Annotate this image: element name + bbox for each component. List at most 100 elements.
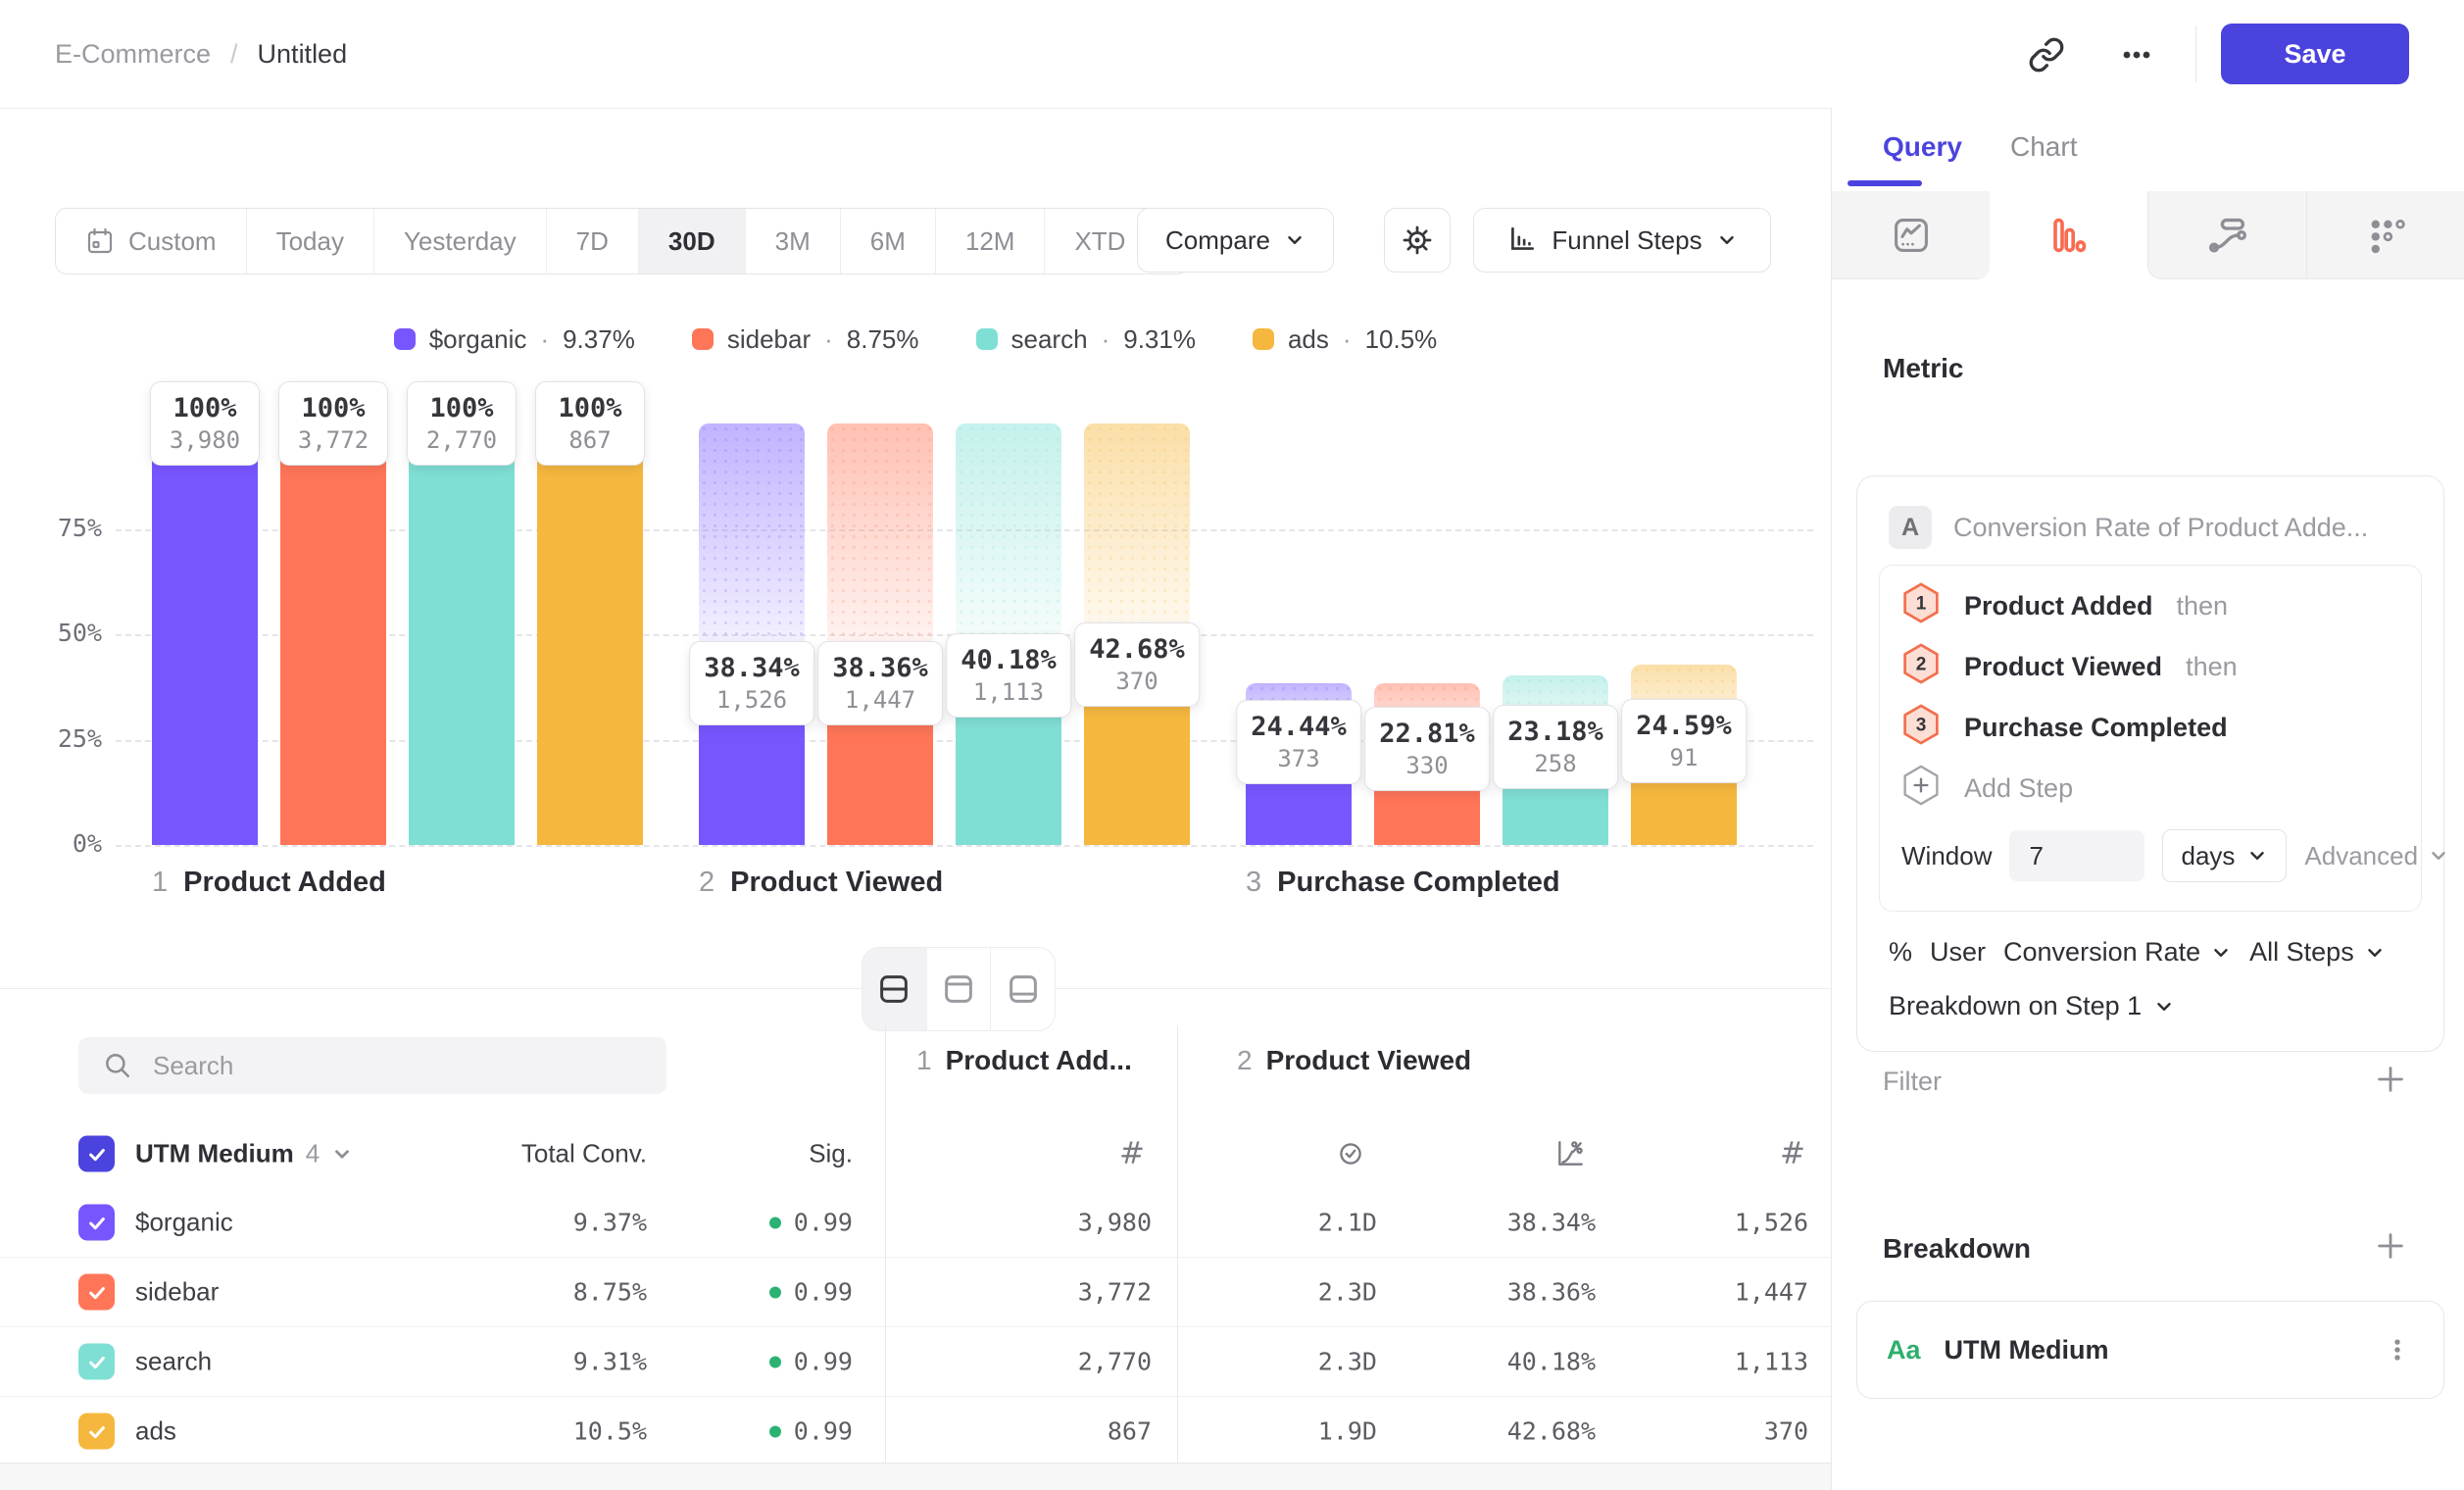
table-row[interactable]: ads 10.5% 0.99 867 1.9D 42.68% 370 [0,1397,1831,1466]
funnel-step-1[interactable]: 1 Product Added then [1901,575,2399,636]
add-breakdown-button[interactable] [2372,1227,2409,1269]
step-number: 2 [1237,1045,1253,1076]
breadcrumb-project[interactable]: E-Commerce [55,39,211,70]
legend-item-ads[interactable]: ads · 10.5% [1253,324,1437,355]
metric-summary-row[interactable]: A Conversion Rate of Product Adde... [1857,476,2443,565]
chart-type-funnels-selected[interactable] [1990,191,2147,279]
legend-item-sidebar[interactable]: sidebar · 8.75% [692,324,919,355]
date-range-6m[interactable]: 6M [841,209,936,273]
step-number-badge: 2 [1901,642,1941,692]
step-name: Product Add... [946,1045,1132,1076]
tab-chart[interactable]: Chart [2010,131,2077,163]
y-axis-tick: 50% [39,619,102,647]
legend-item-organic[interactable]: $organic · 9.37% [394,324,635,355]
count-column-icon[interactable]: # [1119,1136,1145,1171]
breakdown-on-step-select[interactable]: Breakdown on Step 1 [1857,968,2443,1051]
svg-text:3: 3 [1916,715,1927,735]
table-search[interactable] [78,1037,666,1094]
breadcrumb-report-title[interactable]: Untitled [258,39,348,70]
date-range-control: Custom Today Yesterday 7D 30D 3M 6M 12M … [55,208,1189,274]
breakdown-column-header[interactable]: UTM Medium 4 [135,1139,353,1169]
tab-query[interactable]: Query [1883,131,1962,163]
date-range-yesterday[interactable]: Yesterday [374,209,547,273]
window-value-input[interactable] [2009,830,2144,881]
layout-split-button[interactable] [862,948,927,1030]
copy-link-button[interactable] [2025,33,2068,76]
legend-separator: · [1102,324,1110,355]
layout-chart-only-button[interactable] [927,948,992,1030]
measure-metric-select[interactable]: Conversion Rate [2003,937,2232,968]
search-input[interactable] [151,1050,643,1082]
table-step2-header[interactable]: 2 Product Viewed [1237,1045,1471,1076]
sig-column-header[interactable]: Sig. [809,1139,853,1169]
add-step-button[interactable]: Add Step [1901,758,2399,819]
date-range-3m[interactable]: 3M [746,209,841,273]
date-range-7d[interactable]: 7D [547,209,639,273]
add-filter-button[interactable] [2372,1061,2409,1103]
time-to-convert-icon[interactable] [1335,1138,1366,1169]
date-range-12m[interactable]: 12M [936,209,1046,273]
row-step2-count: 1,526 [1735,1209,1808,1237]
bar-count: 373 [1251,744,1347,773]
bar-percent: 24.59% [1636,710,1732,743]
row-step2-time: 2.3D [1318,1348,1377,1376]
legend-separator: · [1343,324,1352,355]
bar-value-label: 38.34%1,526 [689,641,814,725]
chart-settings-button[interactable] [1384,208,1451,273]
chevron-down-icon [2246,845,2268,867]
measure-scope-select[interactable]: All Steps [2249,937,2386,968]
row-step2-count: 370 [1764,1417,1808,1446]
bar-value-label: 100%867 [535,381,645,466]
more-menu-button[interactable] [2115,33,2158,76]
save-button[interactable]: Save [2221,24,2409,84]
breadcrumb: E-Commerce / Untitled [55,0,347,108]
kebab-menu-icon[interactable] [2381,1333,2414,1366]
conversion-rate-column-icon[interactable] [1554,1138,1586,1169]
date-range-30d-selected[interactable]: 30D [639,209,746,273]
date-range-custom[interactable]: Custom [56,209,247,273]
count-column-icon[interactable]: # [1780,1136,1805,1171]
row-segment-name: search [135,1347,212,1377]
funnel-step-2[interactable]: 2 Product Viewed then [1901,636,2399,697]
legend-separator: · [540,324,549,355]
panel-tabs: Query Chart [1832,108,2464,191]
breakdown-on-label: Breakdown on Step 1 [1889,991,2142,1021]
row-checkbox[interactable] [78,1344,115,1380]
table-row[interactable]: $organic 9.37% 0.99 3,980 2.1D 38.34% 1,… [0,1188,1831,1258]
y-axis-tick: 0% [39,829,102,858]
chart-type-flows[interactable] [2147,191,2306,279]
funnel-step-label: 3Purchase Completed [1246,867,1560,899]
bar-percent: 23.18% [1507,716,1603,749]
layout-table-only-button[interactable] [991,948,1055,1030]
date-range-today[interactable]: Today [247,209,374,273]
breakdown-item-utm-medium[interactable]: Aa UTM Medium [1856,1301,2444,1399]
row-checkbox[interactable] [78,1205,115,1241]
table-row[interactable]: sidebar 8.75% 0.99 3,772 2.3D 38.36% 1,4… [0,1258,1831,1327]
row-checkbox[interactable] [78,1414,115,1450]
table-step1-header[interactable]: 1 Product Add... [916,1045,1132,1076]
bar-value-label: 22.81%330 [1364,707,1490,791]
breakdown-section-heading: Breakdown [1883,1233,2031,1265]
table-row[interactable]: search 9.31% 0.99 2,770 2.3D 40.18% 1,11… [0,1327,1831,1397]
funnel-bar[interactable] [152,423,258,845]
row-significance: 0.99 [769,1278,853,1307]
compare-button[interactable]: Compare [1137,208,1334,273]
bar-count: 3,772 [293,425,373,455]
select-all-checkbox[interactable] [78,1136,115,1172]
chart-type-retention[interactable] [2306,191,2464,279]
row-checkbox[interactable] [78,1274,115,1311]
chart-type-insights[interactable] [1832,191,1990,279]
total-conv-column-header[interactable]: Total Conv. [521,1139,647,1169]
funnel-bar[interactable] [280,423,386,845]
funnel-bar[interactable] [409,423,515,845]
window-unit-select[interactable]: days [2162,829,2287,882]
bar-percent: 42.68% [1089,633,1185,667]
bar-percent: 24.44% [1251,711,1347,744]
funnel-bar[interactable] [537,423,643,845]
measure-entity-select[interactable]: User [1930,937,1986,968]
advanced-toggle[interactable]: Advanced [2304,841,2449,871]
conversion-window-row: Window days Advanced [1901,819,2399,893]
funnel-step-3[interactable]: 3 Purchase Completed [1901,697,2399,758]
legend-item-search[interactable]: search · 9.31% [976,324,1196,355]
visualization-select-button[interactable]: Funnel Steps [1473,208,1771,273]
